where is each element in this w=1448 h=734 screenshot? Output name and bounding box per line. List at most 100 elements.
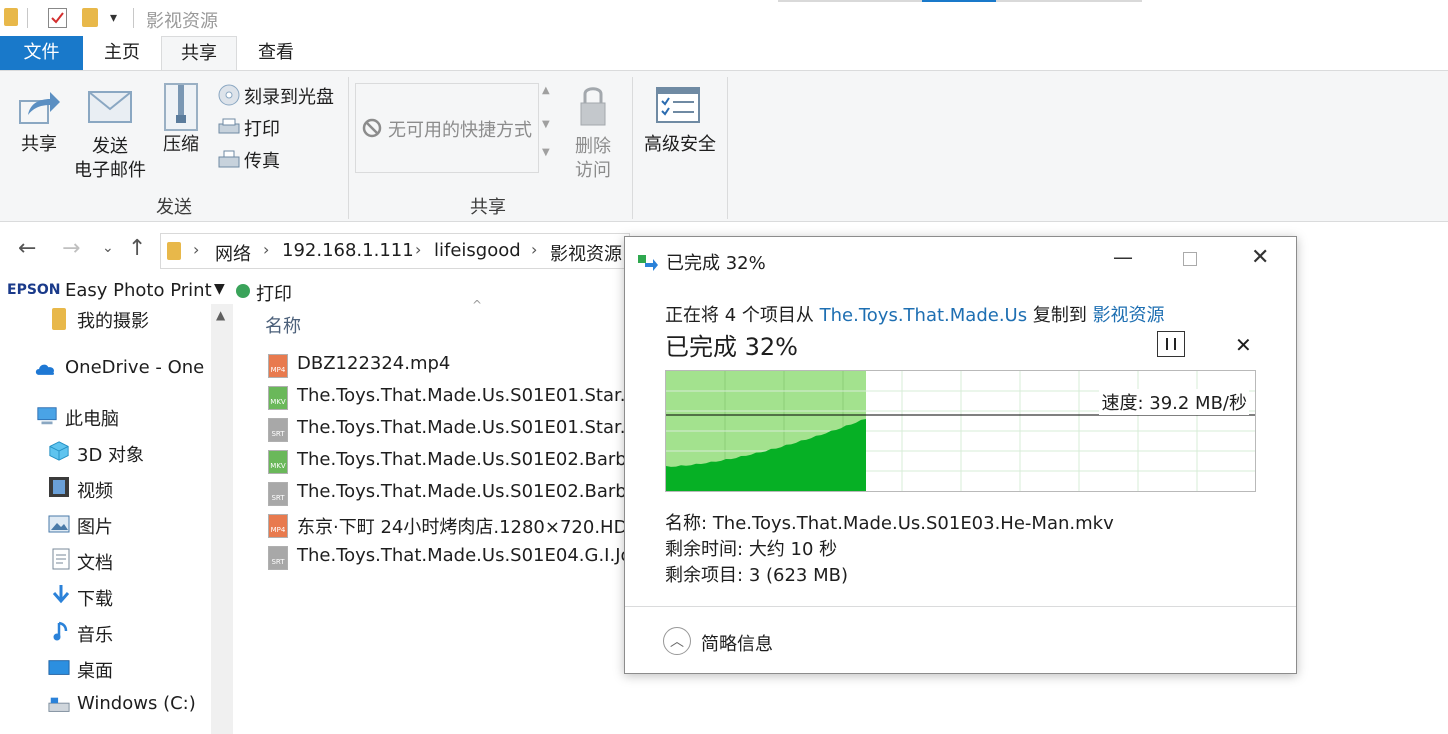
expand-icon[interactable]: ▼ <box>542 147 550 158</box>
print-label: 打印 <box>244 119 280 140</box>
minimize-icon[interactable]: — <box>1113 245 1133 269</box>
column-header-name[interactable]: 名称 <box>265 312 301 338</box>
file-name: 东京·下町 24小时烤肉店.1280×720.HDT <box>297 517 639 538</box>
pause-button[interactable] <box>1157 331 1185 357</box>
epson-logo: EPSON <box>7 282 61 298</box>
share-button[interactable]: 共享 <box>10 81 68 163</box>
film-icon <box>49 477 69 497</box>
items-label: 剩余项目: <box>665 565 744 586</box>
nav-item-label: 此电脑 <box>65 409 119 430</box>
maximize-icon[interactable] <box>1183 252 1197 266</box>
mp4-file-icon: MP4 <box>268 514 288 538</box>
close-icon[interactable]: ✕ <box>1251 245 1269 270</box>
send-email-label-1: 发送 <box>92 136 128 157</box>
nav-item-label: 桌面 <box>77 661 113 682</box>
divider <box>133 8 134 28</box>
document-icon <box>52 548 70 570</box>
lock-icon <box>580 87 606 126</box>
scroll-down-icon[interactable]: ▼ <box>542 119 550 130</box>
less-details-button[interactable]: ︿ 简略信息 <box>663 627 793 657</box>
advanced-security-label: 高级安全 <box>644 134 716 155</box>
fax-button[interactable]: 传真 <box>216 146 340 172</box>
dialog-title: 已完成 32% <box>666 253 766 274</box>
chevron-down-icon[interactable]: ▼ <box>214 281 225 297</box>
time-value: 大约 10 秒 <box>748 539 838 560</box>
scroll-up-icon[interactable]: ▲ <box>542 85 550 96</box>
source-link[interactable]: The.Toys.That.Made.Us <box>820 305 1027 326</box>
breadcrumb-chevron-icon[interactable]: › <box>263 240 269 259</box>
tab-file[interactable]: 文件 <box>0 36 83 70</box>
file-name: The.Toys.That.Made.Us.S01E02.Barbie. <box>297 481 649 502</box>
new-folder-icon[interactable] <box>82 8 98 27</box>
fax-label: 传真 <box>244 151 280 172</box>
tab-view[interactable]: 查看 <box>238 36 314 70</box>
cloud-icon <box>35 364 55 375</box>
properties-icon[interactable] <box>48 8 67 28</box>
share-with-list[interactable]: 无可用的快捷方式 <box>355 83 539 173</box>
tab-home[interactable]: 主页 <box>84 36 160 70</box>
items-value: 3 (623 MB) <box>748 565 848 586</box>
address-bar[interactable]: › 网络 › 192.168.1.111 › lifeisgood › 影视资源 <box>160 233 630 269</box>
sort-indicator-icon: ^ <box>472 298 483 312</box>
share-icon <box>19 92 60 124</box>
share-list-scrollbar[interactable]: ▲ ▼ ▼ <box>539 83 557 173</box>
up-icon[interactable]: ↑ <box>128 236 146 261</box>
breadcrumb-host[interactable]: 192.168.1.111 <box>282 240 414 261</box>
breadcrumb-folder[interactable]: 影视资源 <box>550 240 622 266</box>
file-name: The.Toys.That.Made.Us.S01E04.G.I.Joe.s <box>297 545 658 566</box>
epson-print-button[interactable]: 打印 <box>256 280 292 306</box>
chevron-up-icon: ︿ <box>663 627 691 655</box>
copy-icon <box>638 255 658 271</box>
security-checklist-icon <box>656 87 700 123</box>
tab-strip <box>996 0 1142 2</box>
breadcrumb-chevron-icon[interactable]: › <box>193 240 199 259</box>
group-divider <box>632 77 633 219</box>
group-divider <box>348 77 349 219</box>
nav-item-label: 文档 <box>77 553 113 574</box>
compress-button[interactable]: 压缩 <box>158 81 204 163</box>
srt-file-icon: SRT <box>268 482 288 506</box>
time-label: 剩余时间: <box>665 539 744 560</box>
srt-file-icon: SRT <box>268 418 288 442</box>
tab-share[interactable]: 共享 <box>161 36 237 71</box>
srt-file-icon: SRT <box>268 546 288 570</box>
ribbon-tabs: 文件 主页 共享 查看 <box>0 36 1448 71</box>
forward-icon[interactable]: → <box>62 236 80 261</box>
navigation-pane: 我的摄影 OneDrive - One 此电脑 3D 对象 视频 图片 文档 下… <box>0 304 210 734</box>
print-icon[interactable] <box>236 284 250 298</box>
mkv-file-icon: MKV <box>268 450 288 474</box>
remove-access-label-2: 访问 <box>575 160 611 181</box>
burn-disc-button[interactable]: 刻录到光盘 <box>216 82 340 108</box>
remove-access-button[interactable]: 删除 访问 <box>568 81 618 185</box>
advanced-security-button[interactable]: 高级安全 <box>640 81 720 163</box>
scroll-up-icon[interactable]: ▲ <box>216 308 225 322</box>
file-name: The.Toys.That.Made.Us.S01E02.Barbie. <box>297 449 649 470</box>
navigation-scrollbar[interactable]: ▲ <box>211 304 233 734</box>
cube-icon <box>49 441 69 461</box>
recent-locations-icon[interactable]: ⌄ <box>102 240 114 256</box>
speed-graph: 速度: 39.2 MB/秒 <box>665 370 1256 492</box>
copy-description: 正在将 4 个项目从 The.Toys.That.Made.Us 复制到 影视资… <box>665 301 1165 327</box>
computer-icon <box>37 407 57 425</box>
cancel-icon[interactable]: ✕ <box>1235 333 1252 357</box>
easy-photo-print-button[interactable]: Easy Photo Print <box>65 280 212 301</box>
music-note-icon <box>53 621 68 641</box>
group-divider <box>727 77 728 219</box>
email-icon <box>88 91 132 123</box>
destination-link[interactable]: 影视资源 <box>1093 305 1165 326</box>
nav-item-label: 3D 对象 <box>77 445 145 466</box>
print-button[interactable]: 打印 <box>216 114 340 140</box>
chevron-down-icon[interactable]: ▾ <box>110 10 117 26</box>
breadcrumb-chevron-icon[interactable]: › <box>415 240 421 259</box>
breadcrumb-share[interactable]: lifeisgood <box>434 240 521 261</box>
progress-heading: 已完成 32% <box>665 333 798 361</box>
back-icon[interactable]: ← <box>18 236 36 261</box>
send-email-button[interactable]: 发送 电子邮件 <box>72 81 148 185</box>
nav-item-label: 图片 <box>77 517 113 538</box>
share-button-label: 共享 <box>21 134 57 155</box>
title-bar: ▾ 影视资源 <box>0 0 1448 36</box>
breadcrumb-chevron-icon[interactable]: › <box>531 240 537 259</box>
less-details-label: 简略信息 <box>701 634 773 655</box>
drive-icon <box>48 697 70 712</box>
breadcrumb-network[interactable]: 网络 <box>215 240 251 266</box>
